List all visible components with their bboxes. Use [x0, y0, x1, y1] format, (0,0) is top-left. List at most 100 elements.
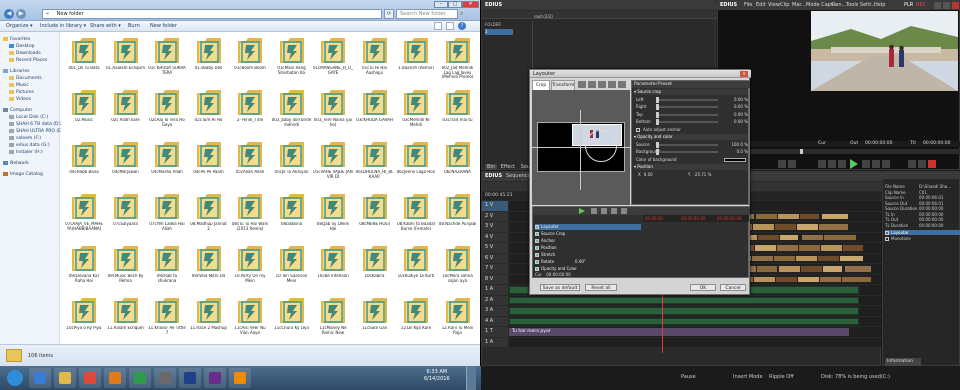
step-forward-button[interactable] [862, 160, 870, 168]
rewind-button[interactable] [828, 160, 836, 168]
track-header[interactable]: 8 V [482, 274, 508, 284]
track-header[interactable]: 1 A [482, 285, 508, 295]
file-item[interactable]: 10.Party On my Mein [230, 244, 270, 296]
file-item[interactable]: 11cSadi Gali [355, 296, 395, 348]
keyframe-checkbox[interactable] [535, 253, 539, 257]
taskbar-app-video[interactable] [129, 368, 151, 388]
file-item[interactable]: 12.Dil Kya Kare [396, 296, 436, 348]
param-slider-knob[interactable] [656, 104, 659, 110]
param-checkbox[interactable] [636, 127, 640, 132]
timeline-clip[interactable] [756, 265, 778, 273]
file-item[interactable]: 08.Nachde Punjabi [438, 192, 478, 244]
search-input[interactable]: Search New folder [396, 9, 458, 19]
file-item[interactable]: 05cJe Tu Akhiyan [272, 140, 312, 192]
back-button[interactable]: ◀ [4, 9, 14, 19]
nav-item-image-catalog[interactable]: Image Catalog [3, 171, 43, 178]
view-3d-icon[interactable] [588, 81, 596, 88]
nav-item-downloads[interactable]: Downloads [9, 50, 41, 57]
param-section[interactable]: ▾ Opacity and color [634, 134, 748, 140]
nav-item-saleem-f-[interactable]: saleem (F:) [9, 135, 41, 142]
audio-clip[interactable] [509, 307, 859, 315]
file-item[interactable]: 01cMain Rang Sharbaton Ka [272, 36, 312, 88]
maximize-button[interactable]: □ [448, 1, 462, 8]
tab-effect[interactable]: Effect [499, 164, 517, 170]
cancel-button[interactable]: Cancel [720, 284, 746, 291]
rotate-value[interactable]: 0.00° [575, 259, 586, 265]
menu-file[interactable]: File [744, 1, 752, 9]
effect-item[interactable]: Layouter [885, 230, 960, 235]
file-item[interactable]: 01cBoom Boom [230, 36, 270, 88]
param-xy[interactable]: X 0.00 [638, 172, 688, 178]
organize-menu[interactable]: Organize ▾ [6, 21, 33, 32]
param-slider-knob[interactable] [656, 141, 659, 148]
timeline-clip[interactable] [822, 265, 843, 273]
file-item[interactable]: 03cMehndi Ni Mehdi [396, 88, 436, 140]
param-value[interactable]: 0.00 % [724, 112, 748, 118]
overwrite-button[interactable] [918, 160, 926, 168]
param-slider[interactable] [656, 96, 718, 103]
file-item[interactable]: 08cBabina [272, 192, 312, 244]
system-clock[interactable]: 6:33 AM 6/14/2016 [424, 369, 450, 383]
save-as-default-button[interactable]: Save as default [540, 284, 580, 291]
set-in-button[interactable] [778, 160, 786, 168]
file-item[interactable]: 09cRab ta shukrana [147, 244, 187, 296]
file-item[interactable]: 11.Race 2 Mashup [189, 296, 229, 348]
track-header[interactable]: 1 V [482, 201, 508, 211]
file-item[interactable]: 09cVela Mitni Da [189, 244, 229, 296]
forward-button[interactable]: ▶ [16, 9, 26, 19]
nav-item-instaler-h-[interactable]: Instaler (H:) [9, 149, 43, 156]
file-item[interactable]: 09cMusic Bech Ky Rehna [106, 244, 146, 296]
insert-button[interactable] [908, 160, 916, 168]
file-item[interactable]: 05cAllah Allah [230, 140, 270, 192]
effect-checkbox[interactable] [885, 231, 889, 235]
timeline-clip[interactable] [821, 212, 849, 220]
file-item[interactable]: 08.Kabhi to Baadal Barse (Female) [396, 192, 436, 244]
tab-parameter[interactable]: Parameter [634, 81, 657, 88]
minimize-button[interactable] [934, 2, 941, 9]
title-clip[interactable]: Tu har mera pyar [509, 328, 849, 336]
file-item[interactable]: 07cYeh Ladka Hai Allah [147, 192, 187, 244]
track-header[interactable]: 4 V [482, 232, 508, 242]
timeline-clip[interactable] [839, 254, 864, 262]
burn-button[interactable]: Burn [128, 21, 140, 32]
nav-item-shah-6-tb-data-d-[interactable]: SHAH 6 TB data (D:) [9, 121, 62, 128]
timeline-clip[interactable] [844, 265, 872, 273]
file-item[interactable]: 10cBe Intehaan [313, 244, 353, 296]
file-item[interactable]: 11.Aalam Echqum [106, 296, 146, 348]
show-desktop-button[interactable] [466, 366, 476, 390]
taskbar-app-chrome[interactable] [79, 368, 101, 388]
track-header[interactable]: 7 V [482, 264, 508, 274]
menu-view[interactable]: View [768, 1, 780, 9]
view-2d-icon[interactable] [578, 81, 586, 88]
file-item[interactable]: 01cMANGANE_H_O_GAYE [313, 36, 353, 88]
search-icon[interactable]: ⌕ [460, 10, 468, 18]
track-header[interactable]: 2 A [482, 295, 508, 305]
file-item[interactable]: 11cManey Ne Romic New [313, 296, 353, 348]
play-icon[interactable] [850, 159, 858, 169]
param-value[interactable]: 0.00 % [724, 119, 748, 125]
file-item[interactable]: 03cTrait mai tu [438, 88, 478, 140]
view-options-icon[interactable] [434, 22, 442, 30]
keyframe-next-icon[interactable] [601, 208, 607, 214]
file-item[interactable]: 02cAaj To Tera Ho Gaya [147, 88, 187, 140]
track-header[interactable]: 2 V [482, 211, 508, 221]
keyframe-prev-icon[interactable] [591, 208, 597, 214]
taskbar-app-vlc[interactable] [229, 368, 251, 388]
keyframe-checkbox[interactable] [535, 232, 539, 236]
menu-edit[interactable]: Edit [756, 1, 766, 9]
file-item[interactable]: 10cKabira [355, 244, 395, 296]
timeline-clip[interactable] [823, 233, 857, 241]
timeline-clip[interactable] [818, 223, 849, 231]
step-back-button[interactable] [838, 160, 846, 168]
effect-item[interactable]: Monotone [885, 236, 960, 241]
file-item[interactable]: 08cJab Sy Dekhi Hai [313, 192, 353, 244]
help-icon[interactable]: ? [458, 22, 466, 30]
close-button[interactable] [952, 2, 959, 9]
zoom-icon[interactable] [608, 81, 616, 88]
menu-render[interactable]: Ren... [832, 1, 846, 9]
track-header[interactable]: 3 V [482, 222, 508, 232]
nav-item-music[interactable]: Music [9, 82, 29, 89]
param-xy[interactable]: Y -25.71 % [688, 172, 738, 178]
file-item[interactable]: 04cHabb Bana [64, 140, 104, 192]
menu-marker[interactable]: Mar... [792, 1, 806, 9]
